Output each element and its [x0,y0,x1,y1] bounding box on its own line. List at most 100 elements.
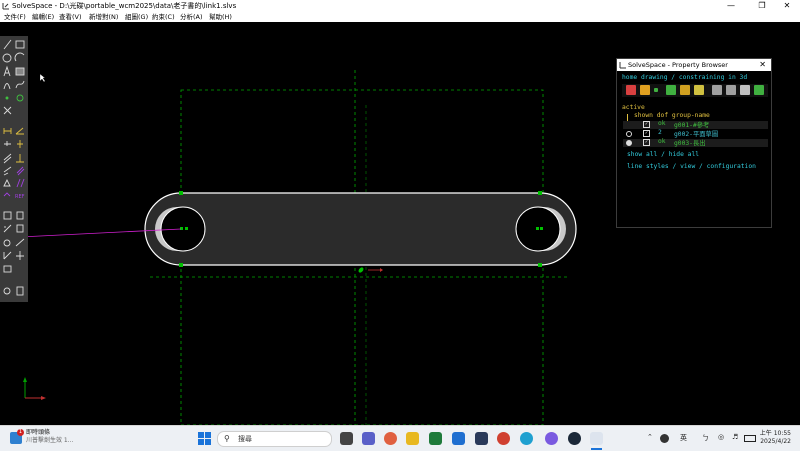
group-name[interactable]: g001-#參考 [674,120,709,129]
ref-icon[interactable] [16,166,25,176]
property-browser: SolveSpace - Property Browser ✕ home dra… [616,58,772,228]
solvespace-taskbar-icon[interactable] [590,432,603,445]
news-widget[interactable]: 即時頭條 川普擊劍生效 1... [26,429,73,445]
image-icon[interactable] [15,67,25,76]
style-view-config-links[interactable]: line styles / view / configuration [627,163,756,170]
system-clock[interactable]: 上午 10:55 2025/4/22 [757,430,791,446]
file-icon[interactable] [16,286,24,296]
menu-sketch[interactable]: 組圖(G) [125,12,148,22]
angle-icon[interactable] [15,127,24,135]
active-radio[interactable] [626,140,632,146]
copilot-icon[interactable] [384,432,397,445]
split-icon[interactable] [3,106,12,115]
minimize-button[interactable]: — [718,0,744,12]
assembly-icon[interactable] [16,211,24,220]
toggle-points-icon[interactable] [654,88,658,92]
property-browser-close-button[interactable]: ✕ [759,59,766,71]
menu-help[interactable]: 幫助(H) [209,12,232,22]
app-icon[interactable] [475,432,488,445]
tray-chevron-icon[interactable]: ⌃ [647,433,653,441]
menu-analyze[interactable]: 分析(A) [180,12,203,22]
edge-icon[interactable] [520,432,533,445]
menu-constrain[interactable]: 約束(C) [152,12,175,22]
show-hide-links[interactable]: show all / hide all [627,151,699,158]
toggle-edges-icon[interactable] [712,85,722,95]
spreadsheet-icon[interactable] [429,432,442,445]
chrome-icon[interactable] [497,432,510,445]
ime-mode[interactable]: ㄅ [702,433,709,443]
shown-checkbox[interactable]: ✓ [643,121,650,128]
sketch-icon[interactable] [3,211,12,220]
close-button[interactable]: ✕ [774,0,800,12]
window-titlebar: SolveSpace - D:\光碟\portable_wcm2025\data… [0,0,800,12]
menu-edit[interactable]: 編輯(E) [32,12,54,22]
steam-icon[interactable] [568,432,581,445]
property-browser-nav[interactable]: home drawing / constraining in 3d [622,74,747,81]
group-icon[interactable] [3,265,12,273]
menu-view[interactable]: 查看(V) [59,12,82,22]
windows-start-icon[interactable] [198,432,211,445]
task-view-icon[interactable] [340,432,353,445]
news-title: 即時頭條 [26,429,51,436]
battery-icon[interactable] [744,435,756,442]
menu-file[interactable]: 文件(F) [4,12,26,22]
toggle-workplanes-icon[interactable] [626,85,636,95]
search-icon: ⚲ [224,434,230,443]
toggle-outlines-icon[interactable] [726,85,736,95]
toggle-mesh-icon[interactable] [740,85,750,95]
link-icon[interactable] [3,287,11,295]
maximize-button[interactable]: ❐ [749,0,775,12]
file-explorer-icon[interactable] [406,432,419,445]
dropbox-icon[interactable] [452,432,465,445]
toggle-faces-icon[interactable] [694,85,704,95]
rectangle-icon[interactable] [15,40,25,49]
group-row[interactable]: ✓ ok g003-長出 [623,138,768,147]
nearest-icon[interactable] [16,94,24,102]
tray-app-icon[interactable] [660,434,669,443]
group-name[interactable]: g002-平面草圖 [674,129,718,138]
mirror-icon[interactable] [3,251,12,260]
menu-new-group[interactable]: 新增對(N) [89,12,118,22]
discord-icon[interactable] [545,432,558,445]
teams-icon[interactable] [362,432,375,445]
toggle-construction-icon[interactable] [666,85,676,95]
equal-icon[interactable] [3,166,12,176]
group-name[interactable]: g003-長出 [674,138,706,147]
lathe-icon[interactable] [3,192,11,197]
datum-point-icon[interactable] [3,65,11,77]
point-icon[interactable] [5,96,9,100]
volume-icon[interactable]: ♬ [732,433,738,441]
active-radio[interactable] [626,131,632,137]
group-row[interactable]: ✓ 2 g002-平面草圖 [623,129,768,138]
spline-icon[interactable] [15,80,25,89]
slash-icon[interactable] [15,238,25,247]
circle-icon[interactable] [2,53,12,63]
workplane-icon[interactable] [3,178,11,187]
link-body[interactable] [144,192,577,266]
shown-checkbox[interactable]: ✓ [643,139,650,146]
input-language[interactable]: 英 [680,433,687,443]
line-icon[interactable] [3,39,12,50]
horizontal-icon[interactable] [4,141,11,146]
toggle-constraints-icon[interactable] [680,85,690,95]
parallel-icon[interactable] [3,153,12,164]
extrude-icon[interactable] [16,178,25,188]
group-row[interactable]: ✓ ok g001-#參考 [623,120,768,129]
toggle-normals-icon[interactable] [640,85,650,95]
toggle-hidden-icon[interactable] [754,85,764,95]
cross-icon[interactable] [16,251,24,260]
dimension-icon[interactable] [3,128,12,134]
step-icon[interactable]: REF [15,194,25,200]
gear-icon[interactable] [3,239,11,247]
copy-icon[interactable] [16,224,24,233]
arc-icon[interactable] [14,52,25,62]
shown-checkbox[interactable]: ✓ [643,130,650,137]
curve-icon[interactable] [3,83,11,90]
vertical-icon[interactable] [17,140,23,148]
perpendicular-icon[interactable] [16,154,24,163]
taskbar-search[interactable]: ⚲ 搜尋 [217,431,332,447]
sketch-toolbar: REF [0,36,28,302]
solvespace-app-icon [2,3,9,10]
wifi-icon[interactable]: ◎ [718,433,724,441]
trim-icon[interactable] [3,224,12,233]
